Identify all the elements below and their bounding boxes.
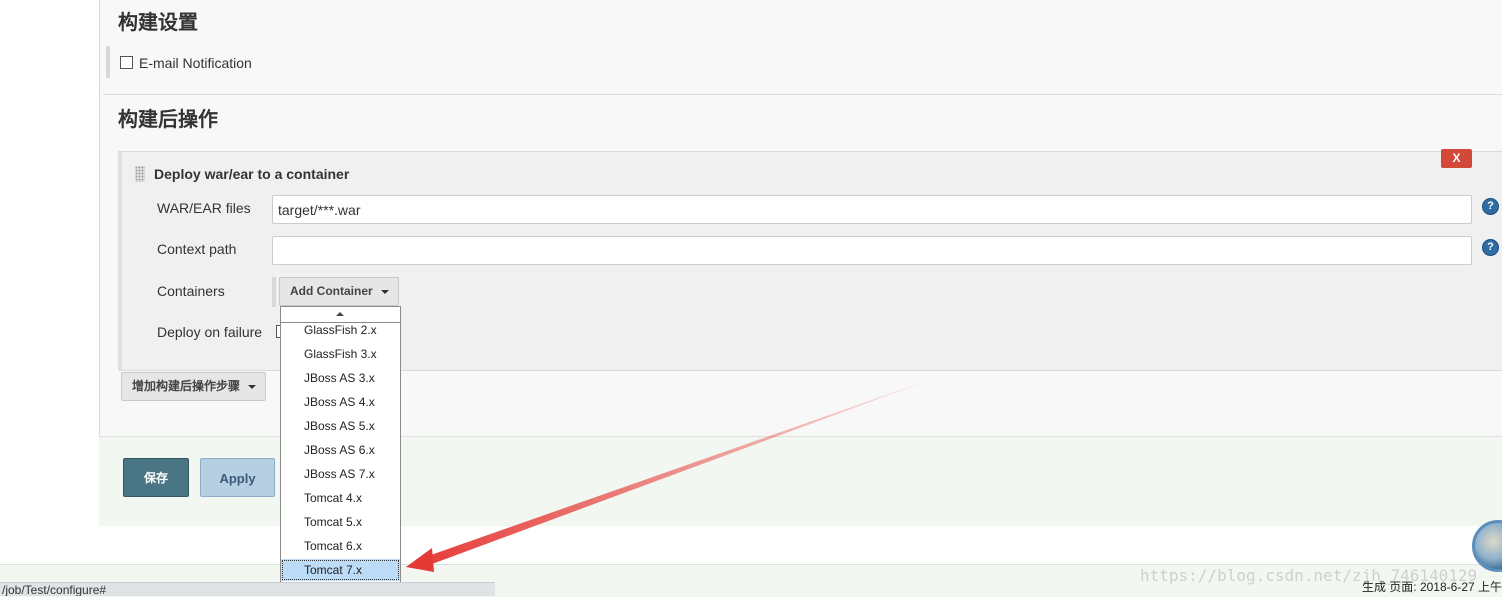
annotation-arrow [406, 376, 940, 572]
